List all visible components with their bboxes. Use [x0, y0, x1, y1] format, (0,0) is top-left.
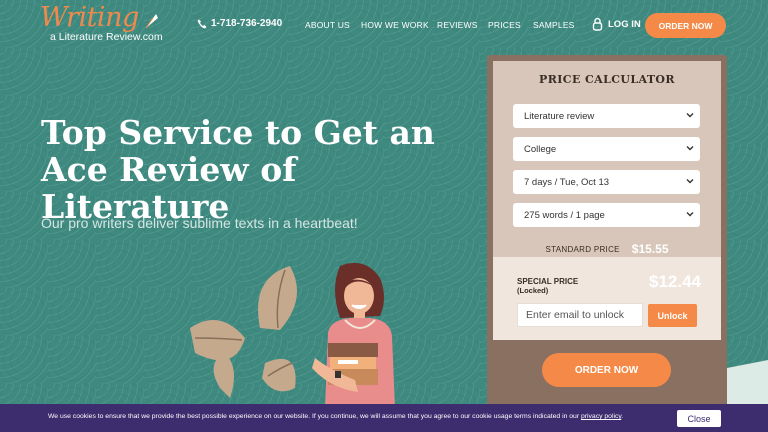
nav-about-us[interactable]: ABOUT US — [305, 20, 350, 30]
login-link[interactable]: LOG IN — [592, 17, 641, 31]
paper-type-select[interactable]: Literature review — [513, 104, 700, 128]
logo-script-text: Writing — [40, 2, 139, 33]
cookie-suffix: . — [621, 413, 624, 420]
cookie-text: We use cookies to ensure that we provide… — [48, 413, 581, 420]
standard-price-value: $15.55 — [631, 242, 669, 256]
site-logo[interactable]: Writing a Literature Review.com — [40, 2, 165, 48]
hero-title: Top Service to Get an Ace Review of Lite… — [41, 113, 435, 226]
standard-price-label: STANDARD PRICE — [545, 244, 620, 254]
order-now-header-button[interactable]: ORDER NOW — [645, 13, 726, 38]
student-illustration — [190, 262, 395, 408]
hero-subtitle: Our pro writers deliver sublime texts in… — [41, 215, 358, 231]
lock-icon — [592, 17, 603, 31]
paper-type-value: Literature review — [524, 110, 595, 122]
calculator-title: PRICE CALCULATOR — [539, 73, 675, 86]
privacy-policy-link[interactable]: privacy policy — [581, 413, 621, 420]
calculator-options-panel: PRICE CALCULATOR Literature review Colle… — [493, 61, 721, 257]
special-price-label-block: SPECIAL PRICE (Locked) — [517, 277, 578, 295]
academic-level-select[interactable]: College — [513, 137, 700, 161]
nav-prices[interactable]: PRICES — [488, 20, 521, 30]
order-now-calculator-button[interactable]: ORDER NOW — [542, 353, 671, 387]
chevron-down-icon — [686, 113, 694, 118]
academic-level-value: College — [524, 143, 557, 155]
chevron-down-icon — [686, 212, 694, 217]
logo-subtitle: a Literature Review.com — [50, 31, 163, 43]
phone-number: 1-718-736-2940 — [211, 18, 283, 29]
cookie-message: We use cookies to ensure that we provide… — [48, 413, 623, 420]
cookie-close-button[interactable]: Close — [677, 410, 721, 427]
cookie-banner: We use cookies to ensure that we provide… — [0, 404, 768, 432]
phone-link[interactable]: 1-718-736-2940 — [197, 18, 282, 29]
special-price-panel: SPECIAL PRICE (Locked) $12.44 Unlock — [493, 257, 721, 340]
pages-value: 275 words / 1 page — [524, 209, 605, 221]
site-header: Writing a Literature Review.com 1-718-73… — [0, 0, 768, 52]
email-unlock-input[interactable] — [517, 303, 643, 327]
unlock-button[interactable]: Unlock — [648, 304, 697, 327]
deadline-select[interactable]: 7 days / Tue, Oct 13 — [513, 170, 700, 194]
price-calculator: PRICE CALCULATOR Literature review Colle… — [487, 55, 727, 432]
decorative-wedge — [727, 360, 768, 404]
chevron-down-icon — [686, 179, 694, 184]
pages-select[interactable]: 275 words / 1 page — [513, 203, 700, 227]
special-price-locked: (Locked) — [517, 286, 549, 295]
nav-samples[interactable]: SAMPLES — [533, 20, 575, 30]
chevron-down-icon — [686, 146, 694, 151]
special-price-label: SPECIAL PRICE — [517, 277, 579, 286]
phone-icon — [197, 19, 207, 28]
nav-reviews[interactable]: REVIEWS — [437, 20, 478, 30]
standard-price-row: STANDARD PRICE $15.55 — [493, 242, 721, 256]
deadline-value: 7 days / Tue, Oct 13 — [524, 176, 610, 188]
nav-how-we-work[interactable]: HOW WE WORK — [361, 20, 429, 30]
feather-icon — [145, 14, 158, 29]
student-figure — [312, 262, 395, 408]
login-label: LOG IN — [608, 18, 641, 30]
plant-leaves — [190, 266, 298, 398]
special-price-value: $12.44 — [649, 272, 701, 291]
